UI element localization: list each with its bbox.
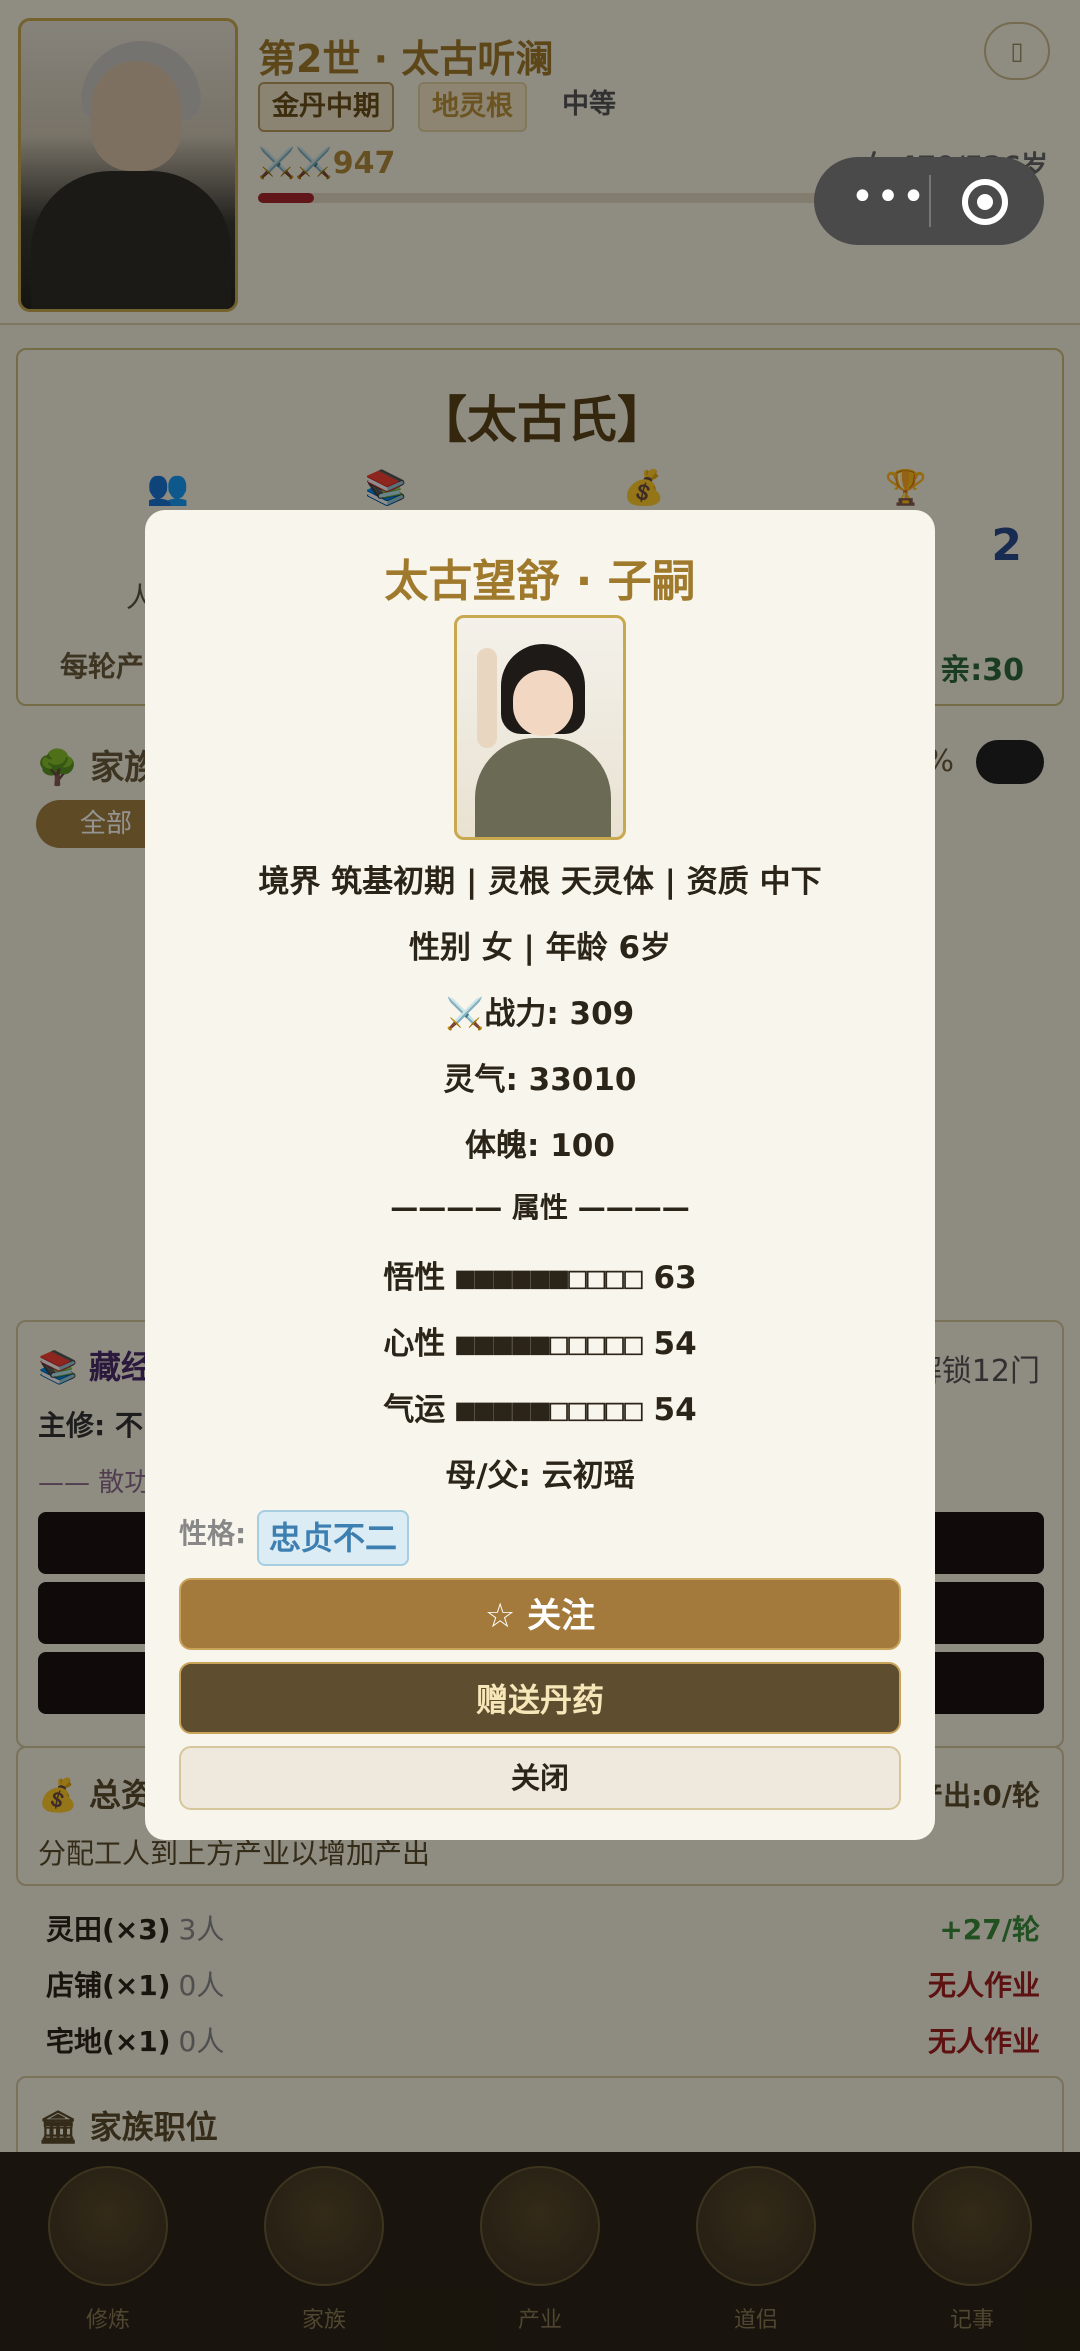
parent-line: 母/父: 云初瑶 (445, 1458, 635, 1494)
attribute-bars: ■■■■■□□□□□ (456, 1392, 643, 1428)
attribute-name: 气运 (383, 1392, 446, 1428)
attribute-row: 气运 ■■■■■□□□□□ 54 (145, 1384, 935, 1429)
qi-line: 灵气: 33010 (443, 1062, 637, 1098)
modal-title: 太古望舒 · 子嗣 (384, 556, 696, 607)
child-portrait (454, 615, 626, 840)
combat-line: ⚔️战力: 309 (145, 988, 935, 1033)
attribute-row: 心性 ■■■■■□□□□□ 54 (145, 1318, 935, 1363)
attribute-bars: ■■■■■□□□□□ (456, 1326, 643, 1362)
miniprogram-capsule: ••• (814, 157, 1044, 245)
physique-line: 体魄: 100 (465, 1128, 615, 1164)
capsule-divider (929, 175, 931, 227)
target-icon[interactable] (962, 179, 1008, 225)
close-button[interactable]: 关闭 (179, 1746, 901, 1810)
crossed-swords-icon: ⚔️ (445, 996, 485, 1032)
attribute-name: 心性 (383, 1326, 446, 1362)
gift-pill-button[interactable]: 赠送丹药 (179, 1662, 901, 1734)
more-menu-button[interactable]: ••• (844, 157, 934, 245)
child-detail-modal: 太古望舒 · 子嗣 境界 筑基初期 | 灵根 天灵体 | 资质 中下 性别 女 … (145, 510, 935, 1840)
realm-line: 境界 筑基初期 | 灵根 天灵体 | 资质 中下 (258, 864, 822, 900)
combat-value: 战力: 309 (484, 996, 635, 1032)
attribute-bars: ■■■■■■□□□□ (456, 1260, 643, 1296)
attribute-value: 54 (653, 1326, 697, 1362)
attribute-value: 63 (653, 1260, 697, 1296)
attributes-divider: ———— 属性 ———— (390, 1191, 690, 1224)
follow-button[interactable]: ☆ 关注 (179, 1578, 901, 1650)
personality-label: 性格: (179, 1517, 247, 1550)
attribute-value: 54 (653, 1392, 697, 1428)
attribute-row: 悟性 ■■■■■■□□□□ 63 (145, 1252, 935, 1297)
personality-tag: 忠贞不二 (257, 1510, 410, 1566)
gender-age-line: 性别 女 | 年龄 6岁 (408, 930, 672, 966)
attribute-name: 悟性 (383, 1260, 446, 1296)
